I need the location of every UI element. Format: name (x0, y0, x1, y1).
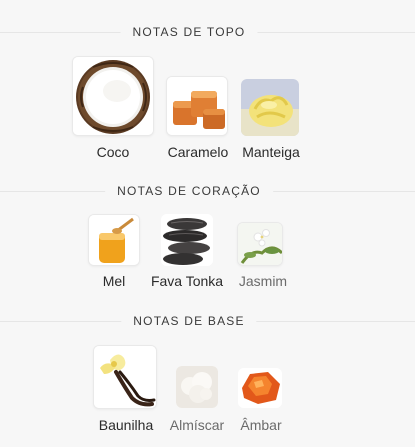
vanilla-icon (93, 345, 157, 409)
section-divider-top: NOTAS DE TOPO (0, 22, 415, 42)
caramel-icon (166, 76, 228, 136)
section-divider-base: NOTAS DE BASE (0, 311, 415, 331)
note-label: Almíscar (169, 417, 225, 433)
note-label: Âmbar (240, 417, 282, 433)
note-label: Manteiga (242, 144, 300, 160)
note-coco[interactable]: Coco (72, 56, 154, 166)
jasmine-icon (237, 222, 283, 266)
note-label: Caramelo (167, 144, 229, 160)
note-label: Fava Tonka (150, 273, 224, 289)
honey-icon (88, 214, 140, 266)
note-mel[interactable]: Mel (82, 214, 146, 294)
note-label: Coco (96, 144, 130, 160)
note-label: Jasmim (238, 273, 288, 289)
note-baunilha[interactable]: Baunilha (90, 345, 162, 439)
coconut-icon (72, 56, 154, 136)
musk-icon (176, 366, 218, 408)
section-title: NOTAS DE BASE (121, 311, 257, 331)
butter-icon (241, 79, 299, 136)
note-almiscar[interactable]: Almíscar (166, 366, 228, 439)
note-label: Mel (102, 273, 126, 289)
section-title: NOTAS DE CORAÇÃO (105, 181, 273, 201)
section-divider-heart: NOTAS DE CORAÇÃO (0, 181, 415, 201)
note-label: Baunilha (98, 417, 154, 433)
tonka-bean-icon (161, 214, 213, 266)
note-manteiga[interactable]: Manteiga (238, 76, 304, 166)
note-jasmim[interactable]: Jasmim (233, 214, 293, 294)
note-ambar[interactable]: Âmbar (232, 366, 290, 439)
note-fava-tonka[interactable]: Fava Tonka (148, 214, 226, 294)
amber-icon (238, 368, 282, 408)
note-caramelo[interactable]: Caramelo (165, 76, 231, 166)
section-title: NOTAS DE TOPO (120, 22, 258, 42)
